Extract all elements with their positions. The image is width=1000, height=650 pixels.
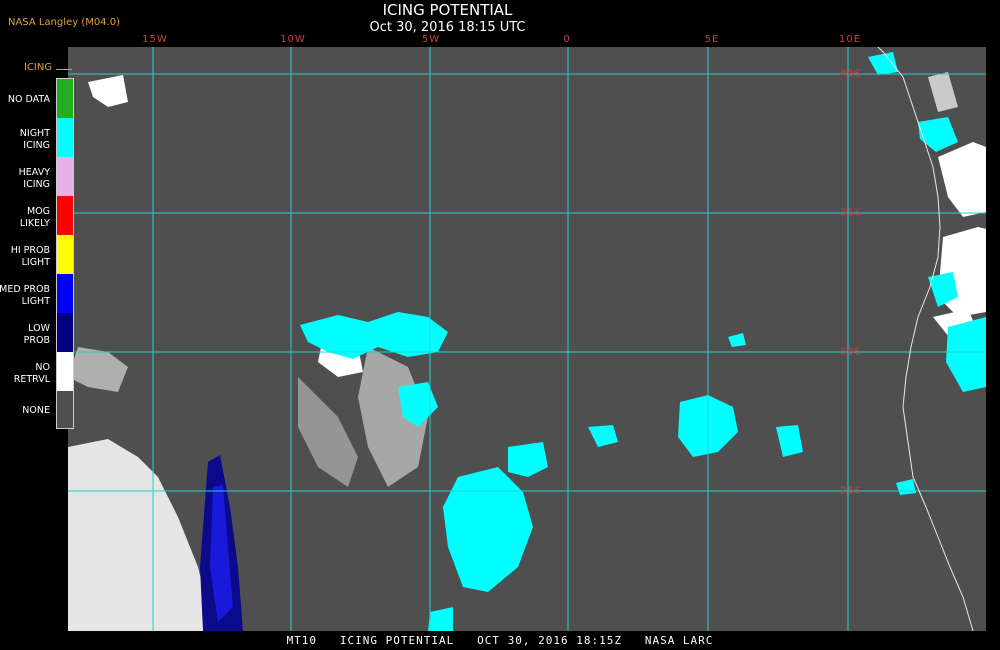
- legend-label-low-prob: LOW PROB: [23, 323, 50, 346]
- legend-label-heavy-icing: HEAVY ICING: [18, 167, 50, 190]
- lon-label-10e: 10E: [838, 34, 862, 45]
- legend-swatch-mog-likely: [57, 196, 73, 235]
- map-title: ICING POTENTIAL: [382, 1, 513, 19]
- lon-label-10w: 10W: [280, 34, 306, 45]
- lat-label-35s: 35S: [839, 207, 863, 219]
- legend-swatch-heavy-icing: [57, 157, 73, 196]
- night-icing-areas: [300, 52, 986, 631]
- lon-label-5w: 5W: [421, 34, 441, 45]
- lon-label-0: 0: [563, 34, 571, 45]
- legend-bar: [56, 78, 74, 429]
- legend-swatch-med-prob-light: [57, 274, 73, 313]
- lon-label-15w: 15W: [142, 34, 168, 45]
- legend-swatch-no-data: [57, 79, 73, 118]
- legend-label-none: NONE: [22, 405, 50, 416]
- legend-pointer: [56, 69, 72, 70]
- satellite-map[interactable]: [68, 47, 986, 631]
- map-canvas: [68, 47, 986, 631]
- legend-label-no-data: NO DATA: [7, 94, 50, 105]
- legend-label-night-icing: NIGHT ICING: [19, 128, 50, 151]
- legend-title: ICING: [24, 62, 53, 73]
- legend-swatch-no-retrieval: [57, 352, 73, 391]
- legend-label-mog-likely: MOG LIKELY: [19, 206, 50, 229]
- lat-label-25s: 25S: [839, 485, 863, 497]
- legend-label-no-retrieval: NO RETRVL: [13, 362, 50, 385]
- legend-swatch-hi-prob-light: [57, 235, 73, 274]
- lat-label-40s: 40S: [839, 68, 863, 80]
- lat-label-30s: 30S: [839, 346, 863, 358]
- legend-swatch-night-icing: [57, 118, 73, 157]
- low-probability-areas: [200, 455, 243, 631]
- map-datetime: Oct 30, 2016 18:15 UTC: [369, 20, 526, 35]
- legend-swatch-low-prob: [57, 313, 73, 352]
- footer-caption: MT10 ICING POTENTIAL OCT 30, 2016 18:15Z…: [286, 634, 714, 647]
- legend-swatch-none: [57, 391, 73, 428]
- legend-label-med-prob-light: MED PROB LIGHT: [0, 284, 50, 307]
- lon-label-5e: 5E: [704, 34, 720, 45]
- legend-label-hi-prob-light: HI PROB LIGHT: [10, 245, 50, 268]
